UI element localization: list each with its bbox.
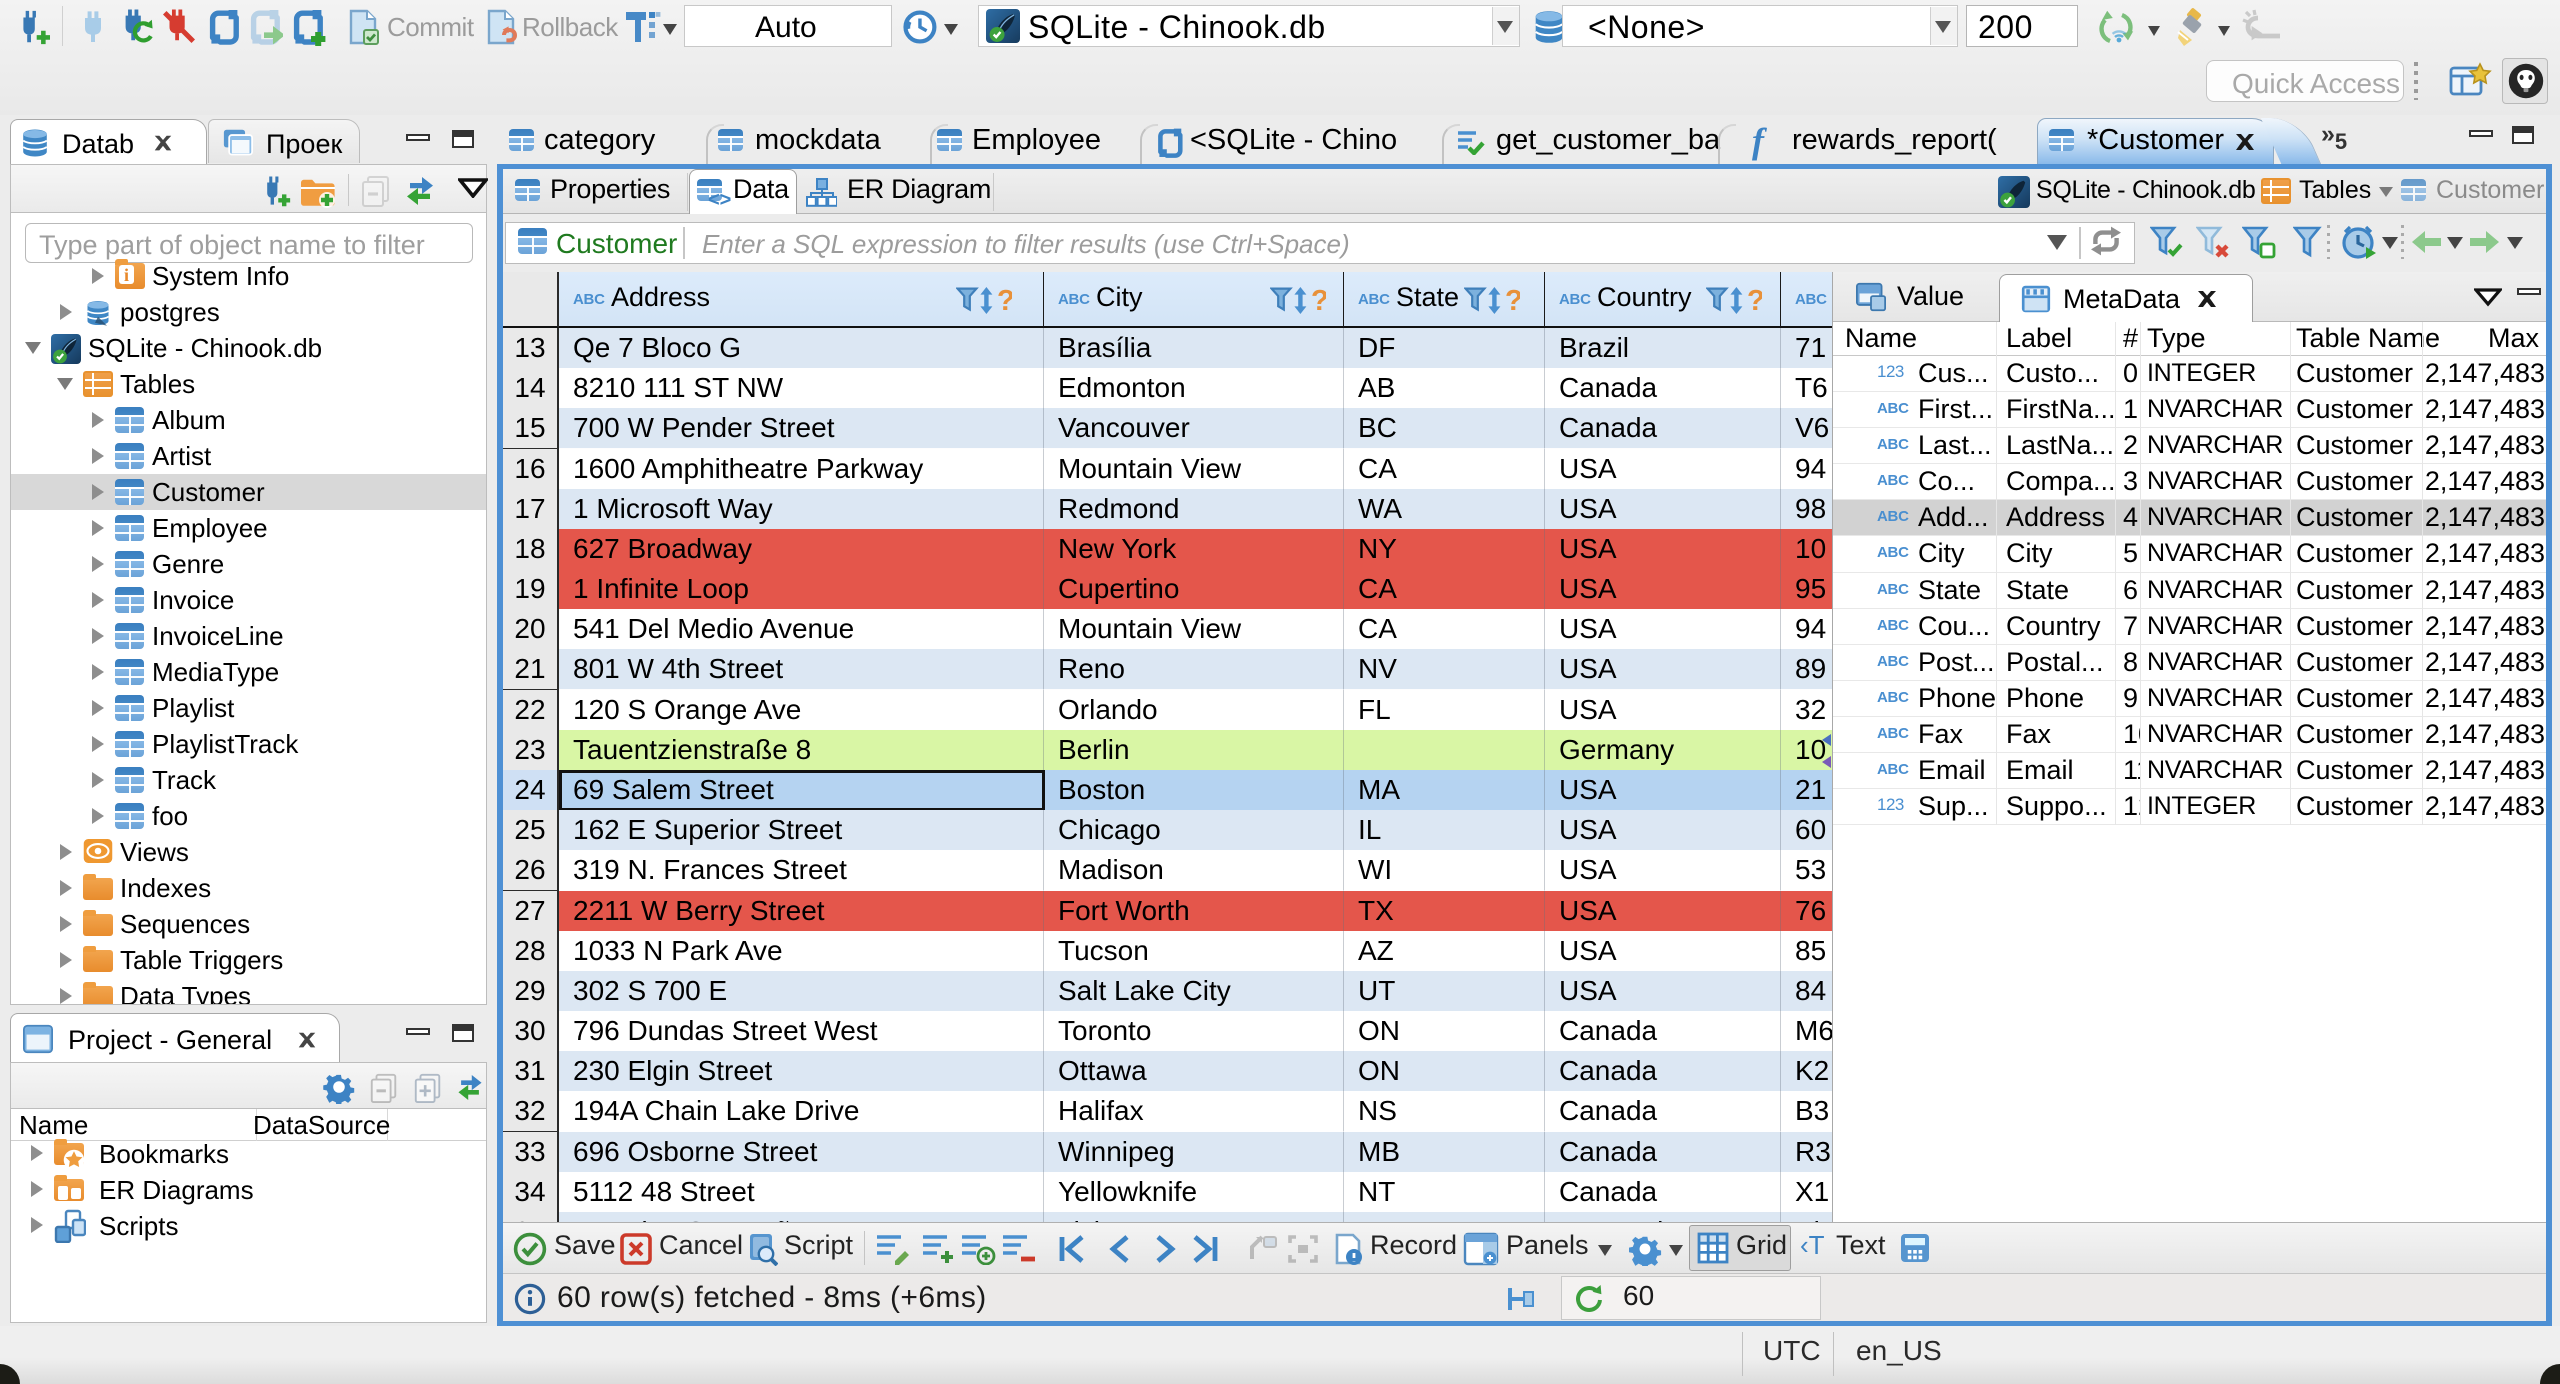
svg-text:?: ?: [997, 287, 1012, 314]
svg-text:?: ?: [1505, 287, 1520, 314]
svg-text:?: ?: [1747, 287, 1762, 314]
svg-text:?: ?: [1311, 287, 1326, 314]
